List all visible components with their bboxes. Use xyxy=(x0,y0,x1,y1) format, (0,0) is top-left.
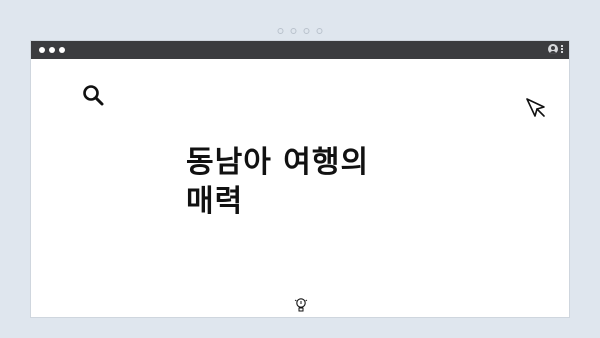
search-icon xyxy=(83,85,104,106)
carousel-dot[interactable] xyxy=(290,28,297,34)
carousel-dot[interactable] xyxy=(303,28,310,34)
page-headline: 동남아 여행의 매력 xyxy=(186,145,370,219)
carousel-dots xyxy=(277,28,323,34)
minimize-dot-icon[interactable] xyxy=(49,47,55,53)
window-content: 동남아 여행의 매력 xyxy=(31,59,569,319)
titlebar-actions xyxy=(548,44,563,54)
window-titlebar xyxy=(31,41,569,59)
carousel-dot[interactable] xyxy=(316,28,323,34)
browser-window: 동남아 여행의 매력 xyxy=(30,40,570,318)
maximize-dot-icon[interactable] xyxy=(59,47,65,53)
user-icon[interactable] xyxy=(548,44,558,54)
kebab-menu-icon[interactable] xyxy=(561,45,563,53)
window-controls xyxy=(39,47,65,53)
carousel-dot[interactable] xyxy=(277,28,284,34)
close-dot-icon[interactable] xyxy=(39,47,45,53)
cursor-icon xyxy=(526,98,545,117)
lightbulb-icon xyxy=(294,298,308,312)
